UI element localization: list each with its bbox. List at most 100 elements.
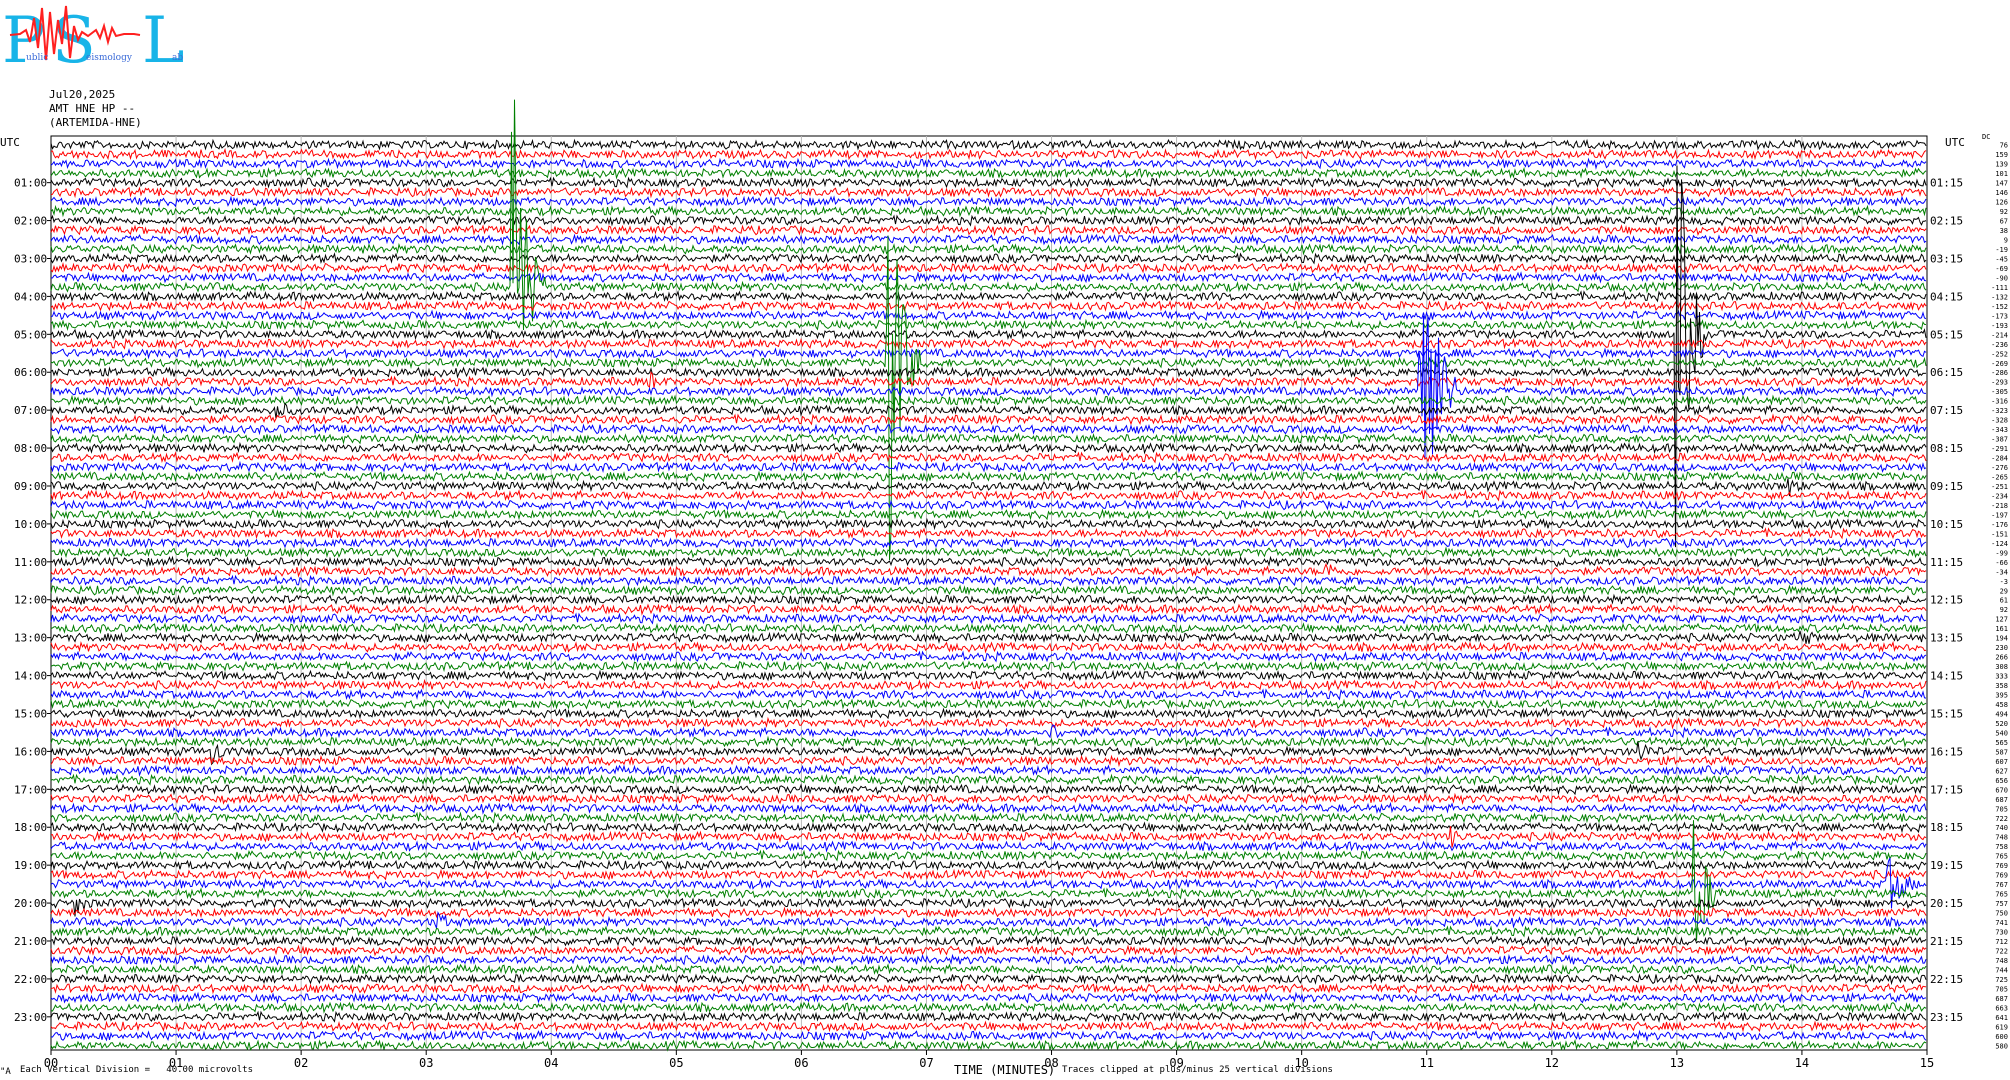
- dc-offset-value: 127: [1995, 616, 2008, 624]
- seismic-trace: [50, 517, 1927, 531]
- x-axis-label: TIME (MINUTES): [954, 1063, 1056, 1077]
- dc-offset-value: -152: [1991, 303, 2008, 311]
- hour-label-right: 15:15: [1930, 707, 1963, 720]
- hour-label-right: 17:15: [1930, 783, 1963, 796]
- dc-offset-value: 769: [1995, 872, 2008, 880]
- dc-offset-value: 308: [1995, 663, 2008, 671]
- seismic-trace: [50, 953, 1927, 967]
- seismic-trace: [50, 489, 1927, 502]
- dc-offset-value: -45: [1995, 255, 2008, 263]
- seismic-trace: [50, 792, 1927, 806]
- seismic-trace: [50, 423, 1927, 436]
- x-tick-label: 15: [1920, 1056, 1934, 1070]
- seismic-trace: [50, 402, 1927, 419]
- seismic-trace: [50, 982, 1927, 995]
- dc-offset-value: 767: [1995, 881, 2008, 889]
- seismic-trace: [50, 801, 1927, 815]
- hour-label-left: 03:00: [14, 252, 47, 265]
- seismic-trace: [50, 347, 1927, 360]
- seismic-trace: [50, 1038, 1927, 1052]
- seismic-trace: [50, 451, 1927, 464]
- hour-label-left: 17:00: [14, 783, 47, 796]
- dc-offset-value: 705: [1995, 805, 2008, 813]
- dc-offset-value: -99: [1995, 549, 2008, 557]
- seismic-trace: [50, 669, 1927, 682]
- seismic-trace: [50, 1001, 1927, 1014]
- hour-label-right: 23:15: [1930, 1011, 1963, 1024]
- seismic-trace: [50, 546, 1927, 559]
- dc-offset-value: -90: [1995, 274, 2008, 282]
- dc-offset-value: -316: [1991, 398, 2008, 406]
- seismic-trace: [50, 925, 1927, 938]
- dc-offset-value: 744: [1995, 966, 2008, 974]
- hour-label-left: 01:00: [14, 177, 47, 190]
- dc-offset-value: 565: [1995, 739, 2008, 747]
- hour-label-right: 16:15: [1930, 745, 1963, 758]
- dc-offset-value: -69: [1995, 265, 2008, 273]
- seismic-trace: [50, 716, 1927, 730]
- dc-offset-value: -343: [1991, 426, 2008, 434]
- hour-label-right: 22:15: [1930, 973, 1963, 986]
- dc-offset-value: 740: [1995, 824, 2008, 832]
- corner-mark: "A: [0, 1067, 11, 1077]
- seismic-trace: [50, 602, 1927, 616]
- hour-label-right: 20:15: [1930, 897, 1963, 910]
- hour-label-right: 18:15: [1930, 821, 1963, 834]
- seismic-trace: [50, 650, 1927, 663]
- seismic-trace: [50, 508, 1927, 521]
- dc-offset-value: 76: [2000, 142, 2008, 150]
- dc-offset-value: -265: [1991, 474, 2008, 482]
- dc-offset-value: 712: [1995, 938, 2008, 946]
- dc-offset-value: 333: [1995, 673, 2008, 681]
- x-tick-label: 03: [419, 1056, 433, 1070]
- seismic-trace: [50, 783, 1927, 796]
- dc-offset-value: -173: [1991, 312, 2008, 320]
- dc-offset-value: 92: [2000, 208, 2008, 216]
- dc-offset-value: 656: [1995, 777, 2008, 785]
- dc-offset-value: 29: [2000, 587, 2008, 595]
- dc-offset-value: 92: [2000, 606, 2008, 614]
- seismic-trace: [50, 1010, 1927, 1023]
- seismic-trace: [50, 724, 1927, 739]
- dc-offset-value: 161: [1995, 625, 2008, 633]
- dc-offset-value: -291: [1991, 445, 2008, 453]
- dc-offset-value: 9: [2004, 237, 2008, 245]
- dc-offset-value: 520: [1995, 720, 2008, 728]
- dc-offset-value: 494: [1995, 710, 2008, 718]
- dc-offset-value: -193: [1991, 322, 2008, 330]
- seismic-trace: [50, 166, 1927, 180]
- x-tick-label: 14: [1795, 1056, 1809, 1070]
- scale-note: Each Vertical Division = 40.00 microvolt…: [20, 1065, 253, 1075]
- dc-offset-value: 670: [1995, 786, 2008, 794]
- dc-offset-value: -124: [1991, 540, 2008, 548]
- hour-label-right: 14:15: [1930, 670, 1963, 683]
- dc-offset-value: -269: [1991, 360, 2008, 368]
- hour-label-left: 20:00: [14, 897, 47, 910]
- dc-offset-value: -305: [1991, 388, 2008, 396]
- seismic-trace: [50, 906, 1927, 919]
- dc-offset-value: 580: [1995, 1042, 2008, 1050]
- dc-offset-value: 67: [2000, 218, 2008, 226]
- seismic-trace: [50, 612, 1927, 625]
- hour-label-right: 03:15: [1930, 252, 1963, 265]
- x-tick-label: 11: [1420, 1056, 1434, 1070]
- seismic-trace: [50, 735, 1927, 749]
- seismic-trace: [50, 811, 1927, 824]
- dc-offset-value: -218: [1991, 502, 2008, 510]
- dc-offset-value: 722: [1995, 815, 2008, 823]
- seismic-trace: [50, 741, 1927, 766]
- dc-offset-value: -214: [1991, 331, 2008, 339]
- seismic-trace: [50, 527, 1927, 540]
- dc-offset-value: 61: [2000, 597, 2008, 605]
- seismic-trace: [50, 849, 1927, 862]
- x-tick-label: 07: [919, 1056, 933, 1070]
- dc-offset-value: 159: [1995, 151, 2008, 159]
- dc-offset-value: 730: [1995, 929, 2008, 937]
- seismic-trace: [50, 640, 1927, 654]
- hour-label-right: 11:15: [1930, 556, 1963, 569]
- seismic-trace: [50, 441, 1927, 455]
- dc-offset-value: 38: [2000, 227, 2008, 235]
- seismic-trace: [50, 271, 1927, 284]
- dc-offset-value: 769: [1995, 862, 2008, 870]
- seismic-trace: [50, 688, 1927, 701]
